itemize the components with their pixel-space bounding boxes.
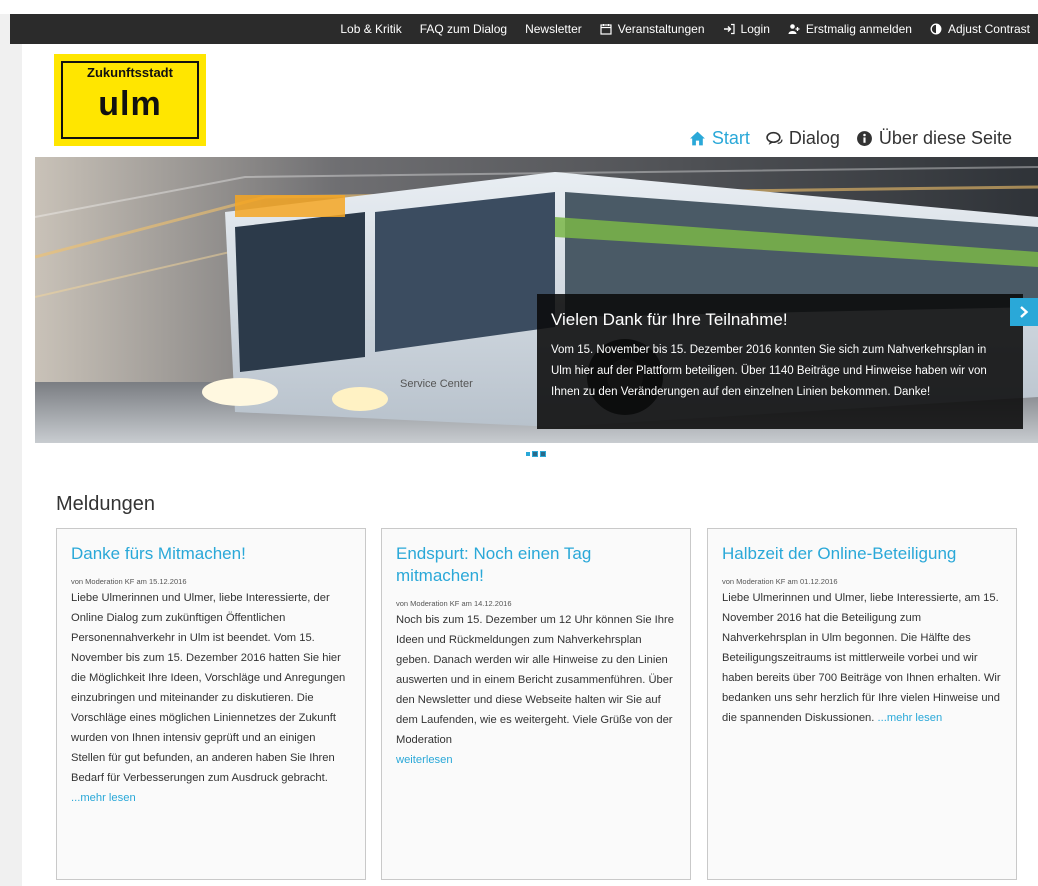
faq-link[interactable]: FAQ zum Dialog [420, 22, 507, 36]
register-label: Erstmalig anmelden [805, 22, 912, 36]
slider-next-button[interactable] [1010, 298, 1038, 326]
nav-start-label: Start [711, 128, 750, 148]
news-card-body: Noch bis zum 15. Dezember um 12 Uhr könn… [396, 610, 676, 770]
read-more-link[interactable]: weiterlesen [396, 754, 453, 766]
bus-label: Service Center [400, 378, 473, 390]
newsletter-link[interactable]: Newsletter [525, 22, 582, 36]
chevron-right-icon [1020, 306, 1029, 318]
veranstaltungen-link[interactable]: Veranstaltungen [600, 22, 705, 36]
news-card-text: Liebe Ulmerinnen und Ulmer, liebe Intere… [722, 592, 1001, 724]
veranstaltungen-label: Veranstaltungen [617, 22, 705, 36]
news-card-body: Liebe Ulmerinnen und Ulmer, liebe Intere… [722, 588, 1002, 728]
slider-dots [526, 451, 546, 457]
hero-text: Vom 15. November bis 15. Dezember 2016 k… [551, 344, 987, 398]
calendar-icon [600, 23, 612, 35]
logo-line1: Zukunftsstadt [87, 65, 173, 80]
site-logo[interactable]: Zukunftsstadt ulm [54, 54, 206, 146]
news-card-meta: von Moderation KF am 01.12.2016 [722, 577, 838, 586]
home-icon [689, 130, 706, 147]
login-link[interactable]: Login [723, 22, 770, 36]
news-card-title[interactable]: Danke fürs Mitmachen! [71, 543, 351, 565]
comments-icon [766, 130, 783, 147]
contrast-icon [930, 23, 942, 35]
nav-start[interactable]: Start [689, 128, 750, 149]
section-title: Meldungen [56, 493, 155, 515]
news-card-title[interactable]: Endspurt: Noch einen Tag mitmachen! [396, 543, 676, 587]
sign-in-icon [723, 23, 735, 35]
newsletter-label: Newsletter [525, 22, 582, 36]
left-gutter [0, 14, 22, 886]
register-link[interactable]: Erstmalig anmelden [788, 22, 912, 36]
read-more-link[interactable]: ...mehr lesen [878, 712, 943, 724]
lob-kritik-link[interactable]: Lob & Kritik [340, 22, 401, 36]
user-plus-icon [788, 23, 800, 35]
nav-dialog-label: Dialog [788, 128, 840, 148]
news-card-body: Liebe Ulmerinnen und Ulmer, liebe Intere… [71, 588, 351, 808]
slider-dot-2[interactable] [532, 451, 538, 457]
logo-line2: ulm [98, 85, 162, 123]
contrast-label: Adjust Contrast [947, 22, 1030, 36]
login-label: Login [740, 22, 770, 36]
contrast-link[interactable]: Adjust Contrast [930, 22, 1030, 36]
hero-title: Vielen Dank für Ihre Teilnahme! [551, 310, 788, 329]
slider-dot-1[interactable] [526, 452, 530, 456]
news-card-text: Liebe Ulmerinnen und Ulmer, liebe Intere… [71, 592, 346, 784]
faq-label: FAQ zum Dialog [419, 22, 508, 36]
nav-about-label: Über diese Seite [878, 128, 1012, 148]
slider-dot-3[interactable] [540, 451, 546, 457]
news-card-text: Noch bis zum 15. Dezember um 12 Uhr könn… [396, 614, 674, 746]
top-strip [0, 0, 1038, 14]
top-bar: Lob & Kritik FAQ zum Dialog Newsletter V… [10, 14, 1038, 44]
news-card: Endspurt: Noch einen Tag mitmachen! von … [381, 528, 691, 880]
hero-caption: Vielen Dank für Ihre Teilnahme! Vom 15. … [537, 294, 1023, 429]
nav-dialog[interactable]: Dialog [766, 128, 840, 149]
info-icon [856, 130, 873, 147]
news-card: Halbzeit der Online-Beteiligung von Mode… [707, 528, 1017, 880]
nav-about[interactable]: Über diese Seite [856, 128, 1012, 149]
news-card: Danke fürs Mitmachen! von Moderation KF … [56, 528, 366, 880]
news-card-meta: von Moderation KF am 14.12.2016 [396, 599, 512, 608]
read-more-link[interactable]: ...mehr lesen [71, 792, 136, 804]
news-card-title[interactable]: Halbzeit der Online-Beteiligung [722, 543, 1002, 565]
lob-kritik-label: Lob & Kritik [340, 22, 402, 36]
main-nav: Start Dialog Über diese Seite [689, 128, 1012, 149]
news-card-meta: von Moderation KF am 15.12.2016 [71, 577, 187, 586]
hero-slider: Service Center Vielen Dank für Ihre Teil… [35, 157, 1038, 443]
